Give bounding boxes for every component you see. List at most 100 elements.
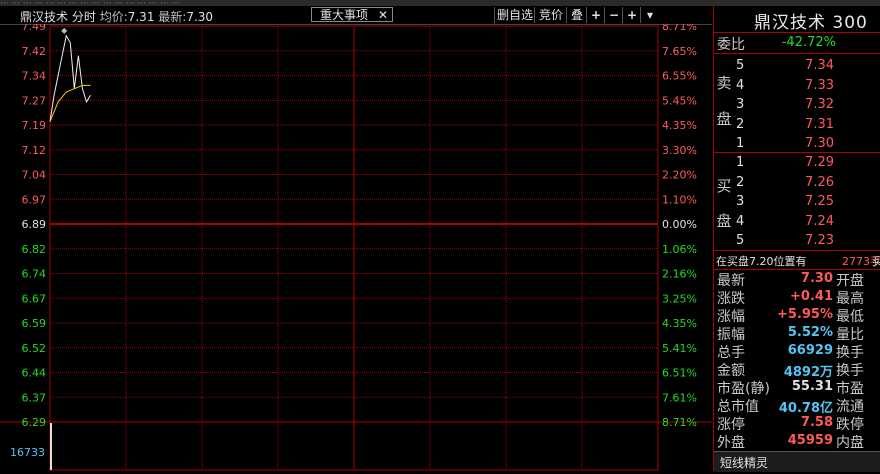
intraday-chart[interactable]: 7.49 7.42 7.34 7.27 7.19 7.12 7.04 6.97 6.89 6.82… — [0, 20, 712, 471]
stat-label-secondary: 最低 — [836, 309, 864, 325]
sell-level-row[interactable]: 1 7.30 — [714, 135, 880, 153]
buy-level-row[interactable]: 3 7.25 — [714, 193, 880, 211]
sell-level: 4 — [736, 77, 745, 93]
latest-label: 最新: — [158, 10, 187, 24]
sell-price: 7.30 — [805, 136, 834, 151]
sell-level-row[interactable]: 5 7.34 — [714, 57, 880, 75]
stat-label: 外盘 — [717, 435, 745, 451]
divider — [714, 32, 880, 33]
major-event-label: 重大事项 — [320, 8, 369, 22]
sell-level-row[interactable]: 4 7.33 — [714, 77, 880, 95]
y-tick-right: 7.61% — [662, 391, 697, 404]
stat-value: 7.58 — [800, 415, 833, 430]
y-tick-left: 6.44 — [22, 367, 47, 380]
y-tick-right: 6.55% — [662, 70, 697, 83]
minus-icon[interactable]: − — [604, 7, 623, 23]
y-tick-right: 4.35% — [662, 119, 697, 132]
intraday-chart-svg: 7.49 7.42 7.34 7.27 7.19 7.12 7.04 6.97 6.89 6.82… — [0, 20, 712, 471]
stat-value: 40.78亿 — [778, 401, 833, 416]
y-tick-left: 6.52 — [22, 342, 47, 355]
y-tick-left: 6.74 — [22, 268, 47, 281]
close-icon[interactable]: ✕ — [378, 8, 388, 23]
sell-level: 1 — [736, 136, 745, 151]
stat-row: 涨幅 +5.95% 最低 — [714, 307, 880, 325]
stat-row: 总市值 40.78亿 流通 — [714, 397, 880, 416]
big-order-notice[interactable]: 在买盘7.20位置有 2773手 买 — [714, 251, 880, 269]
stat-row: 涨停 7.58 跌停 — [714, 415, 880, 433]
short-line-sprite-tab[interactable]: 短线精灵 — [714, 451, 880, 472]
stat-label-secondary: 开盘 — [836, 273, 864, 289]
short-line-sprite-label: 短线精灵 — [720, 456, 769, 470]
weibi-value: -42.72% — [781, 35, 836, 50]
sell-level-row[interactable]: 3 7.32 — [714, 96, 880, 114]
price-line — [49, 34, 91, 122]
stat-value: 4892万 — [783, 365, 833, 380]
stock-name: 鼎汉技术 300 — [754, 13, 868, 33]
volume-label: 16733 — [10, 446, 45, 459]
sell-price: 7.31 — [805, 116, 834, 132]
buy-level-row[interactable]: 2 7.26 — [714, 174, 880, 192]
expand-icon[interactable]: + — [622, 7, 641, 23]
major-event-tab[interactable]: 重大事项 ✕ — [311, 7, 393, 22]
y-tick-right: 5.45% — [662, 94, 697, 107]
y-tick-right: 1.06% — [662, 243, 697, 256]
avg-label: 均价: — [99, 10, 128, 24]
buy-level: 4 — [736, 213, 745, 229]
buy-level-row[interactable]: 5 7.23 — [714, 232, 880, 250]
stat-label-secondary: 市盈 — [836, 381, 864, 397]
sell-level: 5 — [736, 58, 745, 73]
stat-label-secondary: 内盘 — [836, 435, 864, 451]
high-marker-icon — [61, 27, 68, 34]
buy-price: 7.25 — [805, 194, 834, 209]
buy-level: 2 — [736, 174, 745, 190]
y-tick-right: 2.20% — [662, 169, 697, 182]
stat-row: 涨跌 +0.41 最高 — [714, 289, 880, 307]
y-tick-right: 3.25% — [662, 292, 697, 305]
y-tick-right: 3.30% — [662, 144, 697, 157]
stat-row: 外盘 45959 内盘 — [714, 433, 880, 451]
y-tick-left: 7.34 — [22, 70, 47, 83]
stat-row: 振幅 5.52% 量比 — [714, 325, 880, 343]
y-tick-right: 8.71% — [662, 416, 697, 429]
buy-level: 5 — [736, 233, 745, 248]
sell-price: 7.32 — [805, 97, 834, 112]
y-tick-right: 4.35% — [662, 317, 697, 330]
y-tick-right: 5.41% — [662, 342, 697, 355]
y-tick-left: 7.04 — [22, 169, 47, 182]
y-tick-left: 6.82 — [22, 243, 47, 256]
buy-price: 7.23 — [805, 233, 834, 248]
stat-label: 涨停 — [717, 417, 745, 433]
remove-watchlist-button[interactable]: 删自选 — [494, 7, 535, 23]
stat-label: 金额 — [717, 363, 745, 379]
y-tick-left: 6.67 — [22, 292, 47, 305]
buy-level: 1 — [736, 155, 745, 170]
weibi-row: 委比 -42.72% — [714, 34, 880, 53]
y-tick-left: 6.89 — [22, 218, 47, 231]
plus-icon[interactable]: + — [586, 7, 605, 23]
chart-title: 鼎汉技术 分时 均价:7.31 最新:7.30 — [20, 8, 213, 25]
stat-label: 总市值 — [717, 399, 759, 415]
buy-level-row[interactable]: 4 7.24 — [714, 213, 880, 231]
divider — [714, 53, 880, 54]
auction-button[interactable]: 竞价 — [534, 7, 567, 23]
mode-label[interactable]: 分时 — [72, 10, 96, 24]
sell-level-row[interactable]: 2 7.31 — [714, 116, 880, 134]
weibi-label: 委比 — [717, 37, 745, 53]
y-tick-right: 0.00% — [662, 218, 697, 231]
stat-label: 最新 — [717, 273, 745, 289]
stat-value: 45959 — [787, 433, 833, 448]
stat-label: 振幅 — [717, 327, 745, 343]
y-tick-left: 6.29 — [22, 416, 47, 429]
buy-level-row[interactable]: 1 7.29 — [714, 154, 880, 172]
overlay-button[interactable]: 叠 — [566, 7, 587, 23]
stat-label: 涨跌 — [717, 291, 745, 307]
stat-label-secondary: 跌停 — [836, 417, 864, 433]
quote-panel: 鼎汉技术 300 委比 -42.72% 卖 盘 5 7.34 4 7.33 3 7.32 2… — [713, 6, 880, 472]
y-tick-left: 7.49 — [22, 24, 47, 33]
chevron-down-icon[interactable]: ▾ — [640, 7, 659, 23]
notice-tail: 买 — [872, 255, 880, 268]
stat-label-secondary: 最高 — [836, 291, 864, 307]
buy-level: 3 — [736, 194, 745, 209]
y-tick-right: 1.10% — [662, 193, 697, 206]
stat-label: 涨幅 — [717, 309, 745, 325]
